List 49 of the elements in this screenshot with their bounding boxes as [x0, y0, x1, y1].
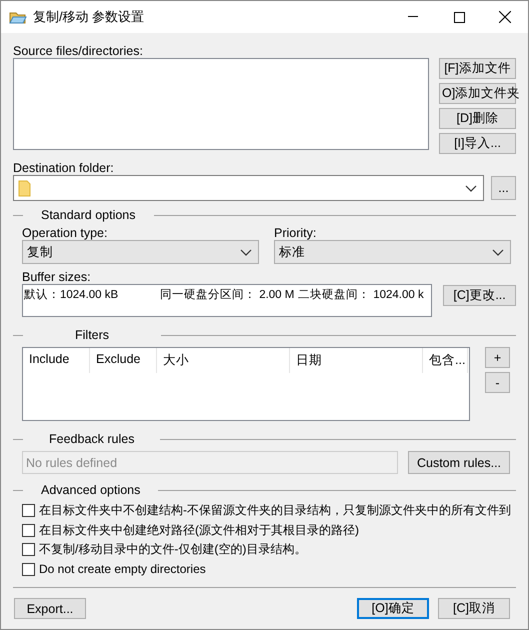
- checkbox[interactable]: [22, 543, 35, 556]
- action-button[interactable]: [I]导入...: [439, 133, 516, 154]
- action-button[interactable]: [F]添加文件: [439, 58, 516, 79]
- chevron-down-icon: [492, 248, 504, 256]
- browse-button[interactable]: ...: [491, 176, 516, 200]
- column-header[interactable]: 包含...: [423, 348, 468, 373]
- folder-icon: [9, 10, 27, 24]
- export-button[interactable]: Export...: [14, 598, 86, 619]
- close-icon[interactable]: [499, 11, 511, 23]
- window-title: 复制/移动 参数设置: [33, 8, 146, 26]
- cancel-button[interactable]: [C]取消: [438, 598, 510, 619]
- column-header[interactable]: Include: [23, 348, 90, 373]
- group-title: Standard options: [41, 208, 136, 222]
- chevron-down-icon: [240, 248, 252, 256]
- checkbox[interactable]: [22, 504, 35, 518]
- field-label: Source files/directories:: [13, 44, 144, 58]
- checkbox[interactable]: [22, 562, 35, 576]
- folder-icon: [18, 180, 31, 196]
- column-header[interactable]: 大小: [157, 348, 290, 373]
- operation-type-select[interactable]: 复制: [22, 240, 259, 264]
- field-label: Operation type:: [22, 226, 108, 240]
- field-label: Destination folder:: [13, 161, 115, 175]
- destination-combo[interactable]: [13, 175, 484, 201]
- option-label: 在目标文件夹中不创建结构-不保留源文件夹的目录结构，只复制源文件夹中的所有文件到: [39, 502, 511, 520]
- remove-button[interactable]: -: [485, 372, 510, 393]
- priority-select[interactable]: 标准: [274, 240, 511, 264]
- maximize-icon[interactable]: [454, 12, 464, 22]
- ok-button[interactable]: [O]确定: [357, 598, 429, 619]
- group-title: Advanced options: [41, 483, 140, 497]
- checkbox[interactable]: [22, 524, 35, 537]
- field-label: Priority:: [274, 226, 318, 240]
- option-label: Do not create empty directories: [39, 562, 206, 576]
- action-button[interactable]: [D]删除: [439, 108, 516, 129]
- buffer-size-text: 二块硬盘间： 1024.00 k: [298, 289, 424, 301]
- buffer-size-text: 默认：1024.00 kB: [24, 289, 118, 301]
- chevron-down-icon: [465, 184, 477, 192]
- field-label: Buffer sizes:: [22, 270, 92, 284]
- minimize-icon[interactable]: [408, 16, 418, 18]
- buffer-size-text: 同一硬盘分区间： 2.00 M: [160, 289, 294, 301]
- custom-rules-button[interactable]: Custom rules...: [408, 451, 510, 474]
- option-label: 不复制/移动目录中的文件-仅创建(空的)目录结构。: [39, 541, 306, 558]
- column-header[interactable]: Exclude: [90, 348, 157, 373]
- group-title: Filters: [75, 328, 110, 342]
- source-list[interactable]: [13, 58, 429, 150]
- column-header[interactable]: 日期: [290, 348, 423, 373]
- add-button[interactable]: +: [485, 347, 510, 368]
- change-button[interactable]: [C]更改...: [443, 285, 516, 306]
- group-title: Feedback rules: [49, 432, 134, 446]
- option-label: 在目标文件夹中创建绝对路径(源文件相对于其根目录的路径): [39, 522, 359, 539]
